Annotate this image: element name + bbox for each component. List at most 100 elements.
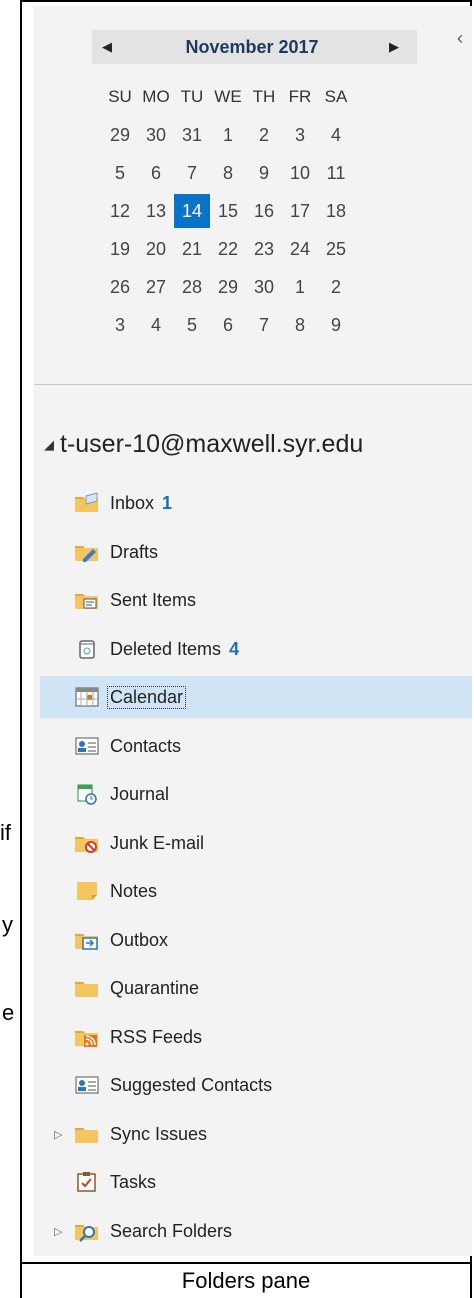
folder-label: Sync Issues [110, 1124, 207, 1145]
calendar-day[interactable]: 3 [102, 308, 138, 342]
calendar-day[interactable]: 30 [138, 118, 174, 152]
calendar-icon [74, 686, 100, 708]
calendar-week-row: 19 20 21 22 23 24 25 [102, 232, 354, 270]
calendar-day[interactable]: 8 [282, 308, 318, 342]
background-text-fragment: if [0, 820, 11, 845]
calendar-day[interactable]: 18 [318, 194, 354, 228]
calendar-day[interactable]: 2 [318, 270, 354, 304]
folder-label: Tasks [110, 1172, 156, 1193]
calendar-day[interactable]: 7 [246, 308, 282, 342]
folder-item-journal[interactable]: Journal [40, 773, 472, 815]
unread-count-badge: 1 [162, 492, 173, 513]
calendar-day[interactable]: 26 [102, 270, 138, 304]
calendar-day[interactable]: 4 [318, 118, 354, 152]
frame-top-border [20, 0, 472, 2]
folder-label: Inbox 1 [110, 493, 172, 514]
folder-label: Journal [110, 784, 169, 805]
background-text-fragment: e [2, 1000, 15, 1025]
expand-triangle-icon[interactable]: ▷ [54, 1128, 62, 1141]
calendar-day[interactable]: 27 [138, 270, 174, 304]
folder-label: Junk E-mail [110, 833, 204, 854]
calendar-day-today[interactable]: 14 [174, 194, 210, 228]
weekday-label: SU [108, 87, 132, 106]
calendar-day[interactable]: 19 [102, 232, 138, 266]
calendar-day[interactable]: 6 [138, 156, 174, 190]
folder-item-tasks[interactable]: Tasks [40, 1161, 472, 1203]
calendar-day[interactable]: 29 [102, 118, 138, 152]
calendar-week-row: 26 27 28 29 30 1 2 [102, 270, 354, 308]
folder-item-junk-e-mail[interactable]: Junk E-mail [40, 822, 472, 864]
folder-label: Outbox [110, 930, 168, 951]
calendar-day[interactable]: 28 [174, 270, 210, 304]
folder-item-calendar[interactable]: Calendar [40, 676, 472, 718]
trash-icon [74, 638, 100, 660]
folder-item-sent-items[interactable]: Sent Items [40, 579, 472, 621]
folder-item-search-folders[interactable]: ▷ Search Folders [40, 1210, 472, 1252]
calendar-day[interactable]: 10 [282, 156, 318, 190]
calendar-day[interactable]: 25 [318, 232, 354, 266]
account-label: t-user-10@maxwell.syr.edu [60, 430, 364, 458]
folder-icon [74, 1123, 100, 1145]
next-month-button[interactable]: ▶ [379, 30, 409, 64]
collapse-triangle-icon[interactable]: ◢ [44, 437, 54, 453]
calendar-day[interactable]: 1 [210, 118, 246, 152]
calendar-day[interactable]: 30 [246, 270, 282, 304]
calendar-day[interactable]: 15 [210, 194, 246, 228]
calendar-day[interactable]: 17 [282, 194, 318, 228]
rss-icon [74, 1026, 100, 1048]
junk-icon [74, 832, 100, 854]
folder-name: Drafts [110, 541, 159, 562]
folder-item-rss-feeds[interactable]: RSS Feeds [40, 1016, 472, 1058]
calendar-day[interactable]: 7 [174, 156, 210, 190]
calendar-month-label: November 2017 [185, 37, 319, 57]
folder-item-inbox[interactable]: Inbox 1 [40, 482, 472, 524]
folder-name: Contacts [110, 735, 182, 756]
calendar-day[interactable]: 4 [138, 308, 174, 342]
calendar-day[interactable]: 20 [138, 232, 174, 266]
folder-label: Drafts [110, 542, 158, 563]
collapse-pane-button[interactable]: ‹ [452, 28, 468, 48]
folder-label: Contacts [110, 736, 181, 757]
previous-month-button[interactable]: ◀ [92, 30, 122, 64]
folder-item-drafts[interactable]: Drafts [40, 531, 472, 573]
calendar-day[interactable]: 8 [210, 156, 246, 190]
folder-item-sync-issues[interactable]: ▷ Sync Issues [40, 1113, 472, 1155]
folder-name: Tasks [110, 1171, 157, 1192]
folder-name: Sent Items [110, 589, 197, 610]
calendar-day[interactable]: 9 [246, 156, 282, 190]
calendar-day[interactable]: 13 [138, 194, 174, 228]
folder-item-contacts[interactable]: Contacts [40, 725, 472, 767]
calendar-week-row: 5 6 7 8 9 10 11 [102, 156, 354, 194]
calendar-day[interactable]: 22 [210, 232, 246, 266]
calendar-day[interactable]: 3 [282, 118, 318, 152]
calendar-day[interactable]: 6 [210, 308, 246, 342]
calendar-day[interactable]: 5 [102, 156, 138, 190]
folder-item-quarantine[interactable]: Quarantine [40, 967, 472, 1009]
folder-label: Notes [110, 881, 157, 902]
date-navigator-grid: SU MO TU WE TH FR SA 29 30 31 1 2 3 4 5 6 7 8 9 10 11 12 13 14 1… [102, 80, 354, 346]
calendar-day[interactable]: 29 [210, 270, 246, 304]
account-node[interactable]: ◢ t-user-10@maxwell.syr.edu [44, 430, 363, 459]
folder-item-deleted-items[interactable]: Deleted Items 4 [40, 628, 472, 670]
calendar-day[interactable]: 31 [174, 118, 210, 152]
calendar-day[interactable]: 21 [174, 232, 210, 266]
weekday-label: TU [180, 87, 204, 106]
folder-item-outbox[interactable]: Outbox [40, 919, 472, 961]
calendar-day[interactable]: 16 [246, 194, 282, 228]
expand-triangle-icon[interactable]: ▷ [54, 1225, 62, 1238]
pane-caption: Folders pane [181, 1268, 311, 1293]
folder-item-notes[interactable]: Notes [40, 870, 472, 912]
calendar-day[interactable]: 5 [174, 308, 210, 342]
folder-name: Inbox [110, 492, 155, 513]
calendar-day[interactable]: 2 [246, 118, 282, 152]
calendar-day[interactable]: 1 [282, 270, 318, 304]
calendar-day[interactable]: 12 [102, 194, 138, 228]
calendar-day[interactable]: 11 [318, 156, 354, 190]
calendar-day[interactable]: 23 [246, 232, 282, 266]
folder-label: RSS Feeds [110, 1027, 202, 1048]
folder-name: Journal [110, 783, 170, 804]
folder-label: Deleted Items 4 [110, 639, 239, 660]
calendar-day[interactable]: 24 [282, 232, 318, 266]
calendar-day[interactable]: 9 [318, 308, 354, 342]
folder-item-suggested-contacts[interactable]: Suggested Contacts [40, 1064, 472, 1106]
